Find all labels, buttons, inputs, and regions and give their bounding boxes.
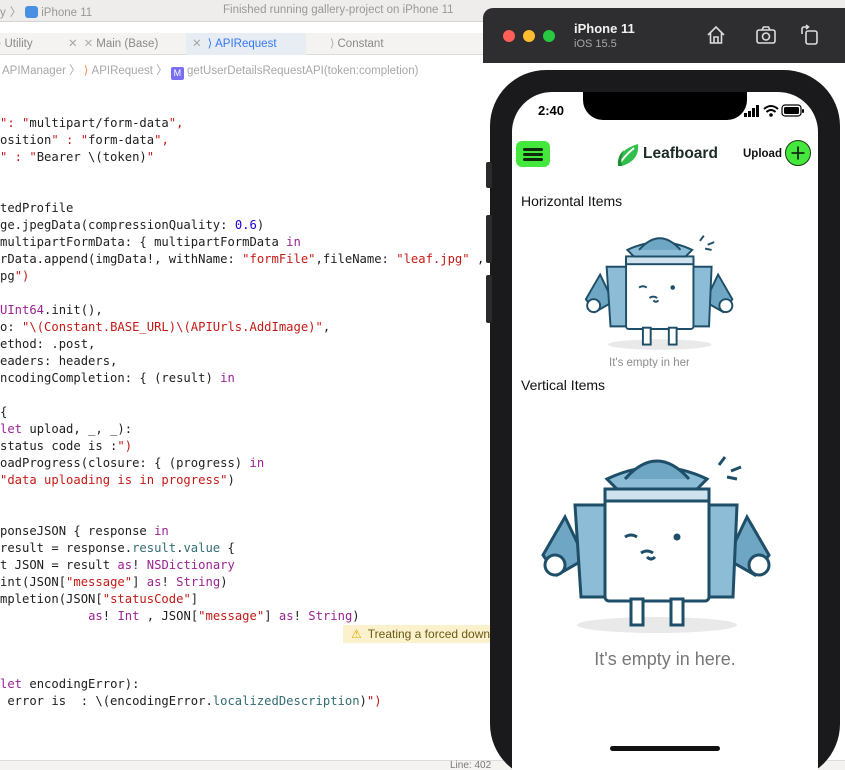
status-icons <box>744 104 804 117</box>
tab-label: Main (Base) <box>96 38 159 50</box>
swift-file-icon: ⟩ <box>207 38 213 50</box>
minimize-window-button[interactable] <box>523 30 535 42</box>
code-line[interactable]: " : "Bearer \(token)" <box>0 149 154 166</box>
code-line[interactable]: o: "\(Constant.BASE_URL)\(APIUrls.AddIma… <box>0 319 330 336</box>
status-bar-time: 2:40 <box>538 103 565 118</box>
scheme-chevron-icon: 〉 <box>9 7 22 19</box>
jumpbar-item-apirequest[interactable]: APIRequest <box>92 65 153 77</box>
upload-label: Upload <box>743 148 782 160</box>
code-line[interactable]: error is : \(encodingError.localizedDesc… <box>0 693 381 710</box>
iphone-frame: 2:40 Leafboard Upload Horizontal Items I… <box>486 70 840 770</box>
close-icon[interactable]: ✕ <box>192 38 202 50</box>
brand-name: Leafboard <box>643 145 718 162</box>
code-line[interactable]: let upload, _, _): <box>0 421 132 438</box>
horizontal-empty-text: It's empty in here. <box>609 357 689 368</box>
code-line[interactable]: t JSON = result as! NSDictionary <box>0 557 235 574</box>
code-line[interactable]: "data uploading is in progress") <box>0 472 235 489</box>
volume-down-button <box>486 275 492 323</box>
swift-file-icon: ⟩ <box>0 38 2 50</box>
code-line[interactable]: ethod: .post, <box>0 336 95 353</box>
tab-main-base[interactable]: ✕ ✕ Main (Base) <box>68 33 186 55</box>
code-line[interactable]: ponseJSON { response in <box>0 523 169 540</box>
code-line[interactable]: result = response.result.value { <box>0 540 235 557</box>
chevron-right-icon: 〉 <box>156 65 168 77</box>
vertical-empty-text: It's empty in here. <box>594 649 736 669</box>
chevron-right-icon: 〉 <box>69 65 81 77</box>
code-line[interactable]: eaders: headers, <box>0 353 117 370</box>
menu-button[interactable] <box>516 141 550 167</box>
code-line[interactable]: UInt64.init(), <box>0 302 103 319</box>
cursor-position: Line: 402 <box>450 760 492 770</box>
warning-text: Treating a forced downcast <box>367 627 503 641</box>
simulator-device-name: iPhone 11 <box>574 21 635 36</box>
signal-icon <box>744 105 759 117</box>
vertical-items-title: Vertical Items <box>521 377 606 393</box>
jumpbar-item-method[interactable]: getUserDetailsRequestAPI(token:completio… <box>187 65 418 77</box>
simulator-os-version: iOS 15.5 <box>574 38 617 50</box>
tab-utility[interactable]: ⟩Utility <box>0 33 63 55</box>
plus-icon <box>785 140 811 166</box>
code-line[interactable]: int(JSON["message"] as! String) <box>0 574 228 591</box>
code-line[interactable]: mpletion(JSON["statusCode"] <box>0 591 198 608</box>
hamburger-icon <box>523 148 543 151</box>
tab-constant[interactable]: ⟩ Constant <box>318 33 428 55</box>
screenshot-icon[interactable] <box>755 24 777 46</box>
activity-status: Finished running gallery-project on iPho… <box>223 4 454 16</box>
hamburger-icon <box>523 153 543 156</box>
scheme-name: y <box>0 7 6 19</box>
code-line[interactable]: multipartFormData: { multipartFormData i… <box>0 234 301 251</box>
simulator-app-icon <box>25 6 39 18</box>
swift-file-icon: ⟩ <box>83 65 89 77</box>
hamburger-icon <box>523 158 543 161</box>
close-window-button[interactable] <box>503 30 515 42</box>
home-icon[interactable] <box>705 24 727 46</box>
empty-state-illustration-large <box>541 456 771 633</box>
storyboard-icon: ✕ <box>83 38 94 50</box>
scheme-selector[interactable]: y 〉 iPhone 11 <box>0 4 92 20</box>
phone-screen: 2:40 Leafboard Upload Horizontal Items I… <box>512 92 818 770</box>
leaf-icon <box>617 144 639 167</box>
notch <box>583 92 747 120</box>
code-line[interactable]: ge.jpegData(compressionQuality: 0.6) <box>0 217 264 234</box>
code-line[interactable]: oadProgress(closure: { (progress) in <box>0 455 264 472</box>
empty-state-illustration <box>584 235 734 350</box>
code-line[interactable]: rData.append(imgData!, withName: "formFi… <box>0 251 506 268</box>
code-line[interactable]: ": "multipart/form-data", <box>0 115 183 132</box>
run-destination: iPhone 11 <box>41 7 93 19</box>
simulator-titlebar: iPhone 11 iOS 15.5 <box>483 8 845 63</box>
code-line[interactable]: ncodingCompletion: { (result) in <box>0 370 235 387</box>
tab-label: APIRequest <box>215 38 277 50</box>
code-line[interactable]: osition" : "form-data", <box>0 132 169 149</box>
code-line[interactable]: status code is :") <box>0 438 132 455</box>
mute-switch <box>486 162 492 188</box>
code-line[interactable]: { <box>0 404 7 421</box>
close-icon[interactable]: ✕ <box>68 38 78 50</box>
wifi-icon <box>763 105 779 117</box>
tab-apirequest[interactable]: ✕ ⟩ APIRequest <box>186 33 306 55</box>
app-logo: Leafboard <box>616 142 718 168</box>
code-line[interactable]: as! Int , JSON["message"] as! String) <box>0 608 360 625</box>
zoom-window-button[interactable] <box>543 30 555 42</box>
rotate-icon[interactable] <box>799 24 821 46</box>
code-line[interactable]: let encodingError): <box>0 676 139 693</box>
method-icon: M <box>170 67 184 80</box>
swift-file-icon: ⟩ <box>330 38 335 50</box>
inline-warning[interactable]: ⚠ Treating a forced downcast <box>343 625 503 643</box>
code-line[interactable]: pg") <box>0 268 29 285</box>
jumpbar-item-apimanager[interactable]: APIManager <box>0 65 66 77</box>
volume-up-button <box>486 215 492 263</box>
warning-icon: ⚠ <box>351 627 362 641</box>
tab-label: Constant <box>337 38 384 50</box>
code-line[interactable]: tedProfile <box>0 200 73 217</box>
home-indicator[interactable] <box>610 746 720 751</box>
tab-label: Utility <box>4 38 33 50</box>
battery-icon <box>781 104 804 117</box>
horizontal-items-title: Horizontal Items <box>521 193 623 209</box>
